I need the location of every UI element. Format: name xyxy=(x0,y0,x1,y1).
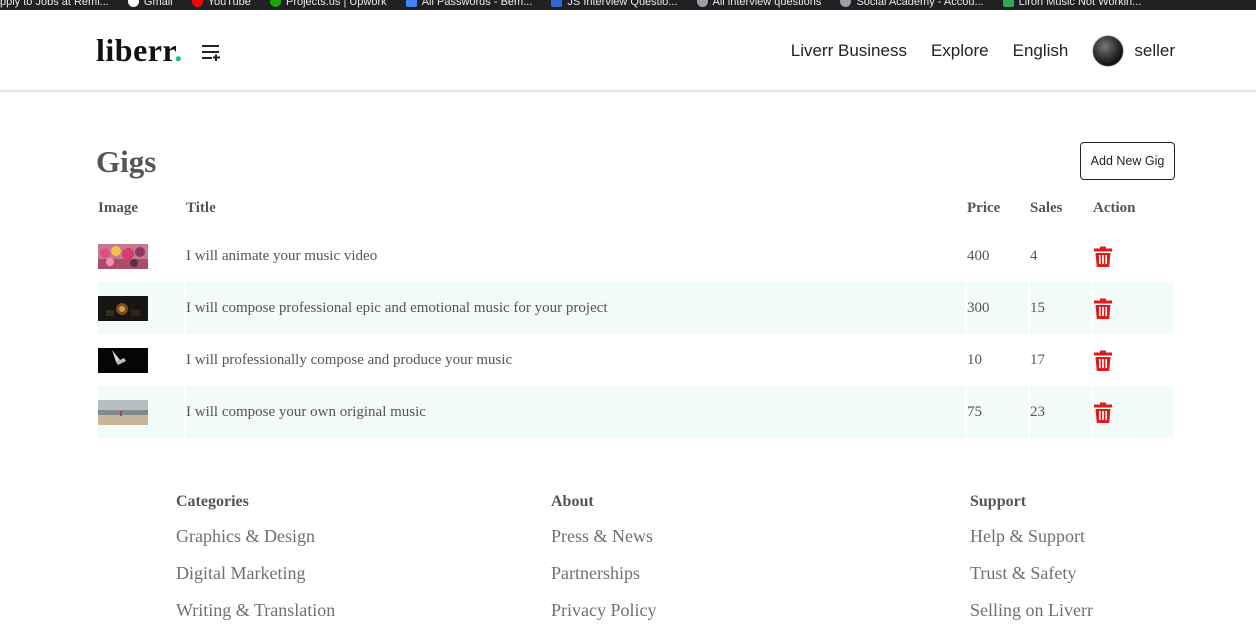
upwork-icon xyxy=(269,0,281,7)
footer-link[interactable]: Digital Marketing xyxy=(176,561,335,598)
gig-image-cell xyxy=(98,230,184,282)
column-header-price: Price xyxy=(967,199,1001,216)
gig-thumbnail[interactable] xyxy=(98,295,148,321)
bookmarks-bar: pply to Jobs at Remi... Gmail YouTube Pr… xyxy=(0,0,1256,10)
document-icon xyxy=(551,0,563,7)
table-row: I will compose your own original music 7… xyxy=(98,386,1173,438)
globe-icon xyxy=(696,0,708,7)
action-cell xyxy=(1093,386,1173,438)
navbar: liberr. Liverr Business Explore English … xyxy=(0,10,1256,92)
trash-icon[interactable] xyxy=(1094,298,1112,319)
gig-thumbnail[interactable] xyxy=(98,399,148,425)
nav-link-business[interactable]: Liverr Business xyxy=(791,41,907,61)
table-header-row: Image Title Price Sales Action xyxy=(98,186,1173,230)
logo-dot: . xyxy=(174,32,183,68)
bookmark-item[interactable]: JS Interview Questio... xyxy=(551,0,677,8)
action-cell xyxy=(1093,282,1173,334)
gig-sales: 23 xyxy=(1030,386,1091,438)
gig-image-cell xyxy=(98,334,184,386)
action-cell xyxy=(1093,230,1173,282)
nav-links: Liverr Business Explore English seller xyxy=(767,32,1175,70)
bookmark-item[interactable]: All interview questions xyxy=(696,0,821,8)
gig-price: 300 xyxy=(967,282,1028,334)
footer-column-support: Support Help & Support Trust & Safety Se… xyxy=(970,488,1093,624)
footer: Categories Graphics & Design Digital Mar… xyxy=(0,488,1256,624)
footer-link[interactable]: Selling on Liverr xyxy=(970,598,1093,624)
table-row: I will compose professional epic and emo… xyxy=(98,282,1173,334)
bookmark-item[interactable]: Gmail xyxy=(127,0,173,8)
gig-sales: 4 xyxy=(1030,247,1038,264)
avatar[interactable] xyxy=(1092,35,1125,67)
footer-link[interactable]: Graphics & Design xyxy=(176,524,335,561)
footer-heading: About xyxy=(551,493,594,510)
gig-price: 10 xyxy=(967,351,982,368)
column-header-sales: Sales xyxy=(1030,199,1063,216)
table-row: I will professionally compose and produc… xyxy=(98,334,1173,386)
document-icon xyxy=(405,0,417,7)
footer-link[interactable]: Partnerships xyxy=(551,561,657,598)
gig-image-cell xyxy=(98,386,184,438)
gig-sales: 17 xyxy=(1030,351,1045,368)
gig-title[interactable]: I will professionally compose and produc… xyxy=(186,334,965,386)
gig-image-cell xyxy=(98,282,184,334)
gigs-table: Image Title Price Sales Action I will an… xyxy=(96,186,1175,438)
user-name[interactable]: seller xyxy=(1134,41,1175,61)
gig-title[interactable]: I will compose your own original music xyxy=(186,386,965,438)
footer-link[interactable]: Privacy Policy xyxy=(551,598,657,624)
column-header-title: Title xyxy=(186,199,216,216)
bookmark-item[interactable]: pply to Jobs at Remi... xyxy=(0,0,109,8)
trash-icon[interactable] xyxy=(1094,350,1112,371)
menu-icon[interactable] xyxy=(201,43,221,61)
bookmark-item[interactable]: Social Academy - Accou... xyxy=(840,0,984,8)
footer-heading: Categories xyxy=(176,493,249,510)
bookmark-item[interactable]: YouTube xyxy=(191,0,251,8)
globe-icon xyxy=(840,0,852,7)
gig-thumbnail[interactable] xyxy=(98,347,148,373)
logo[interactable]: liberr. xyxy=(96,32,183,69)
table-row: I will animate your music video 400 4 xyxy=(98,230,1173,282)
footer-link[interactable]: Help & Support xyxy=(970,524,1093,561)
footer-heading: Support xyxy=(970,493,1027,510)
footer-column-about: About Press & News Partnerships Privacy … xyxy=(551,488,657,624)
sheet-icon xyxy=(1002,0,1014,7)
gig-title[interactable]: I will compose professional epic and emo… xyxy=(186,282,965,334)
youtube-icon xyxy=(191,0,203,7)
trash-icon[interactable] xyxy=(1094,246,1112,267)
gig-sales: 15 xyxy=(1030,282,1091,334)
trash-icon[interactable] xyxy=(1094,402,1112,423)
column-header-image: Image xyxy=(98,199,138,216)
gmail-icon xyxy=(127,0,139,7)
column-header-action: Action xyxy=(1093,199,1136,216)
footer-link[interactable]: Trust & Safety xyxy=(970,561,1093,598)
add-new-gig-button[interactable]: Add New Gig xyxy=(1080,142,1175,180)
gig-price: 75 xyxy=(967,386,1028,438)
footer-link[interactable]: Writing & Translation xyxy=(176,598,335,624)
gig-price: 400 xyxy=(967,247,990,264)
footer-column-categories: Categories Graphics & Design Digital Mar… xyxy=(176,488,335,624)
gig-thumbnail[interactable] xyxy=(98,243,148,269)
nav-link-language[interactable]: English xyxy=(1013,41,1069,61)
footer-link[interactable]: Press & News xyxy=(551,524,657,561)
bookmark-item[interactable]: All Passwords - Bem... xyxy=(405,0,532,8)
page-title: Gigs xyxy=(96,144,157,179)
action-cell xyxy=(1093,334,1173,386)
bookmark-item[interactable]: Projects.us | Upwork xyxy=(269,0,387,8)
bookmark-item[interactable]: Liron Music Not Workin... xyxy=(1002,0,1141,8)
gig-title[interactable]: I will animate your music video xyxy=(186,230,965,282)
nav-link-explore[interactable]: Explore xyxy=(931,41,989,61)
